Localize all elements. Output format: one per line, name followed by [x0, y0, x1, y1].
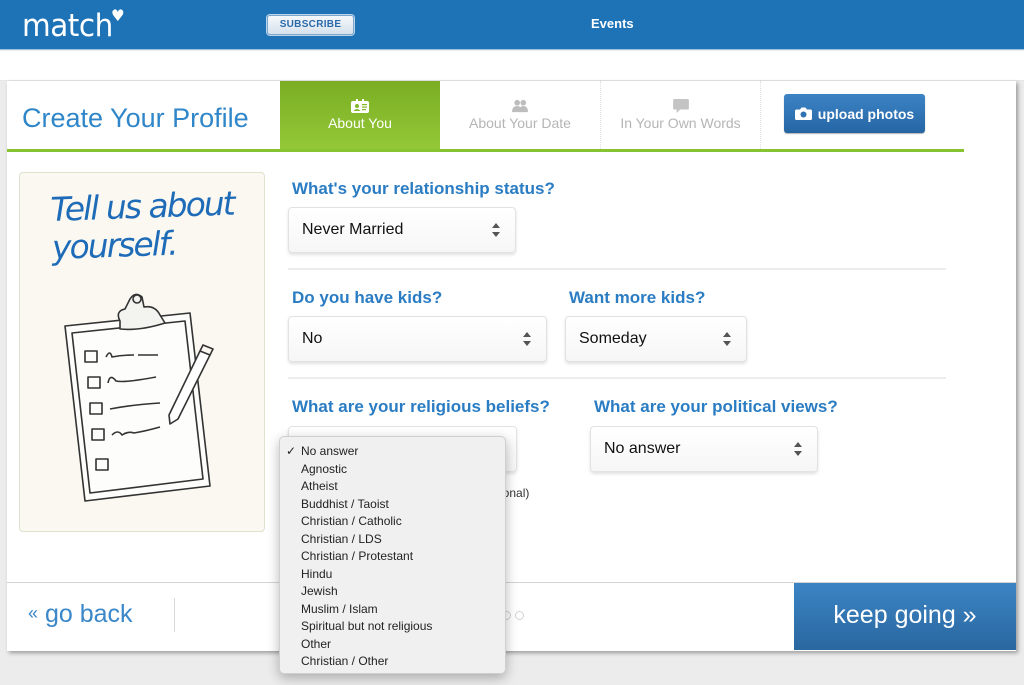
religion-option[interactable]: Spiritual but not religious	[280, 618, 505, 636]
go-back-link[interactable]: « go back	[28, 600, 133, 629]
political-views-value: No answer	[604, 440, 681, 457]
religion-option-label: No answer	[301, 444, 359, 458]
tab-about-your-date[interactable]: About Your Date	[440, 81, 601, 149]
tab-label: About Your Date	[469, 115, 571, 131]
select-arrows-icon	[794, 442, 802, 456]
upload-photos-button[interactable]: upload photos	[784, 94, 925, 133]
illustration-line-2: yourself.	[51, 223, 177, 267]
profile-card: Create Your Profile About You About Your…	[7, 81, 1016, 651]
religion-option[interactable]: Christian / Other	[280, 653, 505, 671]
religion-option-label: Hindu	[301, 566, 333, 581]
select-arrows-icon	[492, 223, 500, 237]
religion-option-label: Agnostic	[301, 461, 348, 476]
section-divider	[288, 377, 946, 379]
religion-option-label: Christian / Other	[301, 654, 389, 668]
religion-option[interactable]: Christian / Protestant	[280, 548, 505, 566]
tab-in-your-own-words[interactable]: In Your Own Words	[601, 81, 761, 149]
religion-option-label: Other	[301, 636, 332, 651]
nav-events-link[interactable]: Events	[591, 16, 634, 31]
religion-option-label: Christian / LDS	[301, 531, 382, 546]
religion-option-label: Spiritual but not religious	[301, 619, 433, 633]
relationship-status-select[interactable]: Never Married	[288, 207, 516, 253]
illustration-line-1: Tell us about	[49, 183, 235, 229]
want-kids-question: Want more kids?	[569, 288, 706, 307]
religion-option-label: Muslim / Islam	[301, 601, 378, 616]
section-divider	[288, 268, 946, 270]
select-arrows-icon	[723, 332, 731, 346]
want-kids-select[interactable]: Someday	[565, 316, 747, 362]
religion-option[interactable]: Other	[280, 636, 505, 654]
religion-option-label: Atheist	[301, 479, 338, 493]
subscribe-button[interactable]: SUBSCRIBE	[267, 15, 354, 35]
people-icon	[512, 99, 528, 113]
religion-option[interactable]: ✓ No answer	[280, 443, 505, 461]
double-left-arrow-icon: «	[28, 603, 39, 623]
tab-about-you[interactable]: About You	[280, 81, 440, 149]
relationship-question: What's your relationship status?	[292, 179, 555, 198]
tab-label: In Your Own Words	[620, 115, 741, 131]
religion-option[interactable]: Muslim / Islam	[280, 601, 505, 619]
tab-label: About You	[328, 115, 392, 131]
religion-option[interactable]: Hindu	[280, 566, 505, 584]
checkmark-icon: ✓	[286, 444, 297, 458]
page-title: Create Your Profile	[22, 103, 249, 133]
heart-icon: ♥	[111, 6, 125, 25]
religion-question: What are your religious beliefs?	[292, 397, 550, 416]
religion-option-label: Christian / Catholic	[301, 514, 402, 528]
religion-option-label: Christian / Protestant	[301, 549, 414, 563]
clipboard-illustration	[64, 293, 214, 502]
progress-dot	[515, 611, 524, 620]
political-question: What are your political views?	[594, 397, 838, 416]
keep-going-button[interactable]: keep going »	[794, 583, 1016, 650]
go-back-label: go back	[44, 600, 133, 628]
footer-separator	[174, 598, 175, 632]
religion-dropdown-menu: ✓ No answer Agnostic Atheist Buddhist / Taoi…	[279, 436, 506, 674]
illustration-heading: Tell us about yourself.	[49, 183, 236, 267]
have-kids-value: No	[302, 330, 323, 347]
logo-text: match	[22, 8, 113, 44]
religion-option[interactable]: Christian / LDS	[280, 531, 505, 549]
religion-option[interactable]: Agnostic	[280, 461, 505, 479]
religion-option-label: Buddhist / Taoist	[301, 496, 389, 511]
sub-header-strip	[0, 51, 1024, 81]
upload-photos-label: upload photos	[817, 105, 915, 122]
profile-card-icon	[351, 99, 369, 113]
want-kids-value: Someday	[579, 330, 647, 347]
religion-option-label: Jewish	[301, 584, 338, 598]
religion-option[interactable]: Atheist	[280, 478, 505, 496]
illustration-panel: Tell us about yourself.	[19, 172, 265, 532]
speech-bubble-icon	[672, 99, 689, 113]
select-arrows-icon	[523, 332, 531, 346]
religion-option[interactable]: Christian / Catholic	[280, 513, 505, 531]
have-kids-question: Do you have kids?	[292, 288, 443, 307]
camera-icon	[794, 107, 812, 120]
religion-option[interactable]: Jewish	[280, 583, 505, 601]
religion-option[interactable]: Buddhist / Taoist	[280, 496, 505, 514]
progress-underline	[7, 149, 964, 152]
match-logo[interactable]: match ♥	[22, 6, 125, 44]
political-views-select[interactable]: No answer	[590, 426, 818, 472]
relationship-status-value: Never Married	[302, 221, 404, 238]
top-nav-bar: match ♥ SUBSCRIBE Events	[0, 0, 1024, 50]
have-kids-select[interactable]: No	[288, 316, 547, 362]
